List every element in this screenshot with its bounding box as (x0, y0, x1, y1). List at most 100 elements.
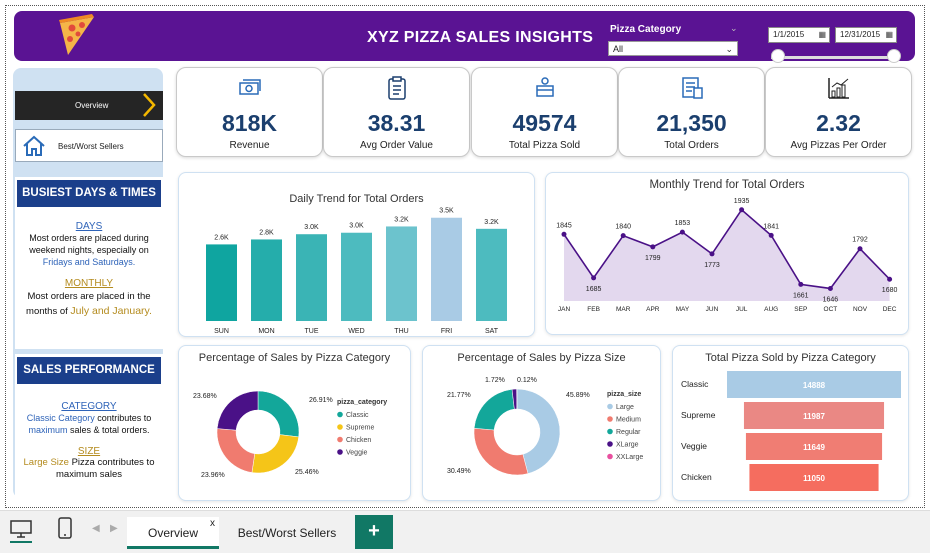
size-text: Large Size Pizza contributes to maximum … (23, 457, 155, 480)
kpi-label: Revenue (229, 140, 270, 151)
tick-label: SAT (485, 328, 499, 335)
data-label: 3.2K (484, 219, 499, 226)
legend-entry: Supreme (346, 425, 375, 432)
slice (473, 389, 515, 431)
legend-swatch (607, 416, 613, 422)
date-range-end-handle[interactable] (887, 49, 901, 63)
data-label: 14888 (803, 381, 826, 390)
kpi-card-total-orders: 21,350 Total Orders (618, 67, 765, 157)
data-label: 1799 (645, 255, 661, 262)
date-end-input[interactable]: 12/31/2015 ▦ (835, 27, 897, 43)
tick-label: Classic (681, 379, 709, 389)
category-filter-dropdown[interactable]: All ⌄ (608, 41, 738, 56)
kpi-value: 21,350 (656, 110, 727, 136)
kpi-value: 2.32 (816, 110, 861, 136)
data-label: 1840 (615, 224, 631, 231)
data-label: 2.8K (259, 229, 274, 236)
page-tab-bar: ◀ ▶ Overview x Best/Worst Sellers + (0, 510, 930, 553)
legend-title: pizza_size (607, 391, 641, 398)
category-donut-svg: 26.91% 25.46% 23.96% 23.68% pizza_category Cl… (193, 390, 387, 479)
nav-overview-button[interactable]: Overview (15, 91, 163, 120)
add-page-button[interactable]: + (355, 515, 393, 549)
scroll-right-icon[interactable]: ▶ (110, 523, 118, 534)
tick-label: JAN (558, 306, 571, 313)
category-text: Classic Category contributes to maximum … (26, 413, 152, 435)
desktop-view-indicator (10, 541, 32, 543)
tick-label: MON (258, 328, 274, 335)
category-filter-label: Pizza Category (610, 24, 682, 35)
bar (296, 234, 327, 321)
category-filter-value: All (613, 44, 624, 54)
data-point (827, 285, 833, 291)
legend-swatch (337, 449, 343, 455)
bar (206, 244, 237, 321)
area-fill (564, 209, 890, 301)
kpi-value: 818K (222, 110, 277, 136)
data-label: 1841 (763, 223, 779, 230)
data-label: 3.2K (394, 216, 409, 223)
slice (251, 434, 299, 474)
bar (341, 232, 372, 321)
data-label: 30.49% (447, 468, 471, 475)
date-range-slider-track (771, 56, 889, 59)
tick-label: AUG (764, 306, 778, 313)
legend-swatch (337, 424, 343, 430)
slice (216, 390, 259, 431)
legend-entry: Chicken (346, 437, 371, 444)
data-point (798, 281, 804, 287)
tab-best-worst-sellers[interactable]: Best/Worst Sellers (222, 517, 352, 549)
legend-entry: Regular (616, 429, 641, 436)
days-label: DAYS (75, 221, 103, 232)
data-point (679, 229, 685, 235)
bar (431, 217, 462, 321)
data-label: 23.96% (201, 472, 225, 479)
data-label: 23.68% (193, 393, 217, 400)
tick-label: JUN (706, 306, 719, 313)
performance-heading: SALES PERFORMANCE (17, 357, 161, 384)
kpi-card-avg-order-value: 38.31 Avg Order Value (323, 67, 470, 157)
data-label: 1646 (823, 296, 839, 303)
legend-entry: XXLarge (616, 454, 643, 461)
tick-label: DEC (883, 306, 897, 313)
tick-label: Chicken (681, 472, 712, 482)
kpi-card-avg-pizzas-per-order: 2.32 Avg Pizzas Per Order (765, 67, 912, 157)
tick-label: FEB (587, 306, 600, 313)
scroll-left-icon[interactable]: ◀ (92, 523, 100, 534)
tick-label: JUL (736, 306, 748, 313)
monthly-trend-chart: Monthly Trend for Total Orders 1845 JAN 16… (545, 172, 909, 335)
data-point (561, 231, 567, 237)
daily-trend-svg: 2.6K SUN 2.8K MON 3.0K TUE 3.0K WED 3.2K THU 3.5K F… (206, 208, 507, 335)
data-point (591, 275, 597, 281)
bar (476, 228, 507, 321)
data-label: 25.46% (295, 469, 319, 476)
data-point (709, 251, 715, 257)
data-label: 11649 (803, 443, 825, 452)
sales-performance-card: SALES PERFORMANCE CATEGORY Classic Categ… (15, 354, 163, 498)
tick-label: TUE (305, 328, 319, 335)
growth-chart-icon (828, 78, 849, 99)
kpi-value: 49574 (512, 110, 577, 136)
desktop-view-icon[interactable] (10, 520, 32, 538)
date-range-start-handle[interactable] (771, 49, 785, 63)
size-donut-chart: Percentage of Sales by Pizza Size 45.89%… (422, 345, 661, 501)
kpi-card-revenue: 818K Revenue (176, 67, 323, 157)
data-label: 1792 (852, 237, 868, 244)
kpi-value: 38.31 (367, 110, 426, 136)
data-point (650, 244, 656, 250)
slice (257, 390, 300, 438)
data-label: 0.12% (517, 377, 537, 384)
kpi-card-total-pizza-sold: 49574 Total Pizza Sold (471, 67, 618, 157)
monthly-text: Most orders are placed in the months of … (26, 291, 152, 317)
close-tab-icon[interactable]: x (210, 508, 215, 540)
date-start-input[interactable]: 1/1/2015 ▦ (768, 27, 830, 43)
nav-best-worst-button[interactable]: Best/Worst Sellers (15, 129, 163, 162)
tick-label: MAR (616, 306, 631, 313)
days-text: Most orders are placed during weekend ni… (29, 233, 149, 267)
chevron-right-icon (143, 93, 156, 117)
data-label: 1935 (734, 198, 750, 205)
home-icon (23, 135, 45, 156)
mobile-view-icon[interactable] (58, 517, 72, 539)
tab-overview[interactable]: Overview x (127, 517, 219, 549)
data-label: 1.72% (485, 377, 505, 384)
chevron-down-icon: ⌄ (730, 23, 738, 33)
